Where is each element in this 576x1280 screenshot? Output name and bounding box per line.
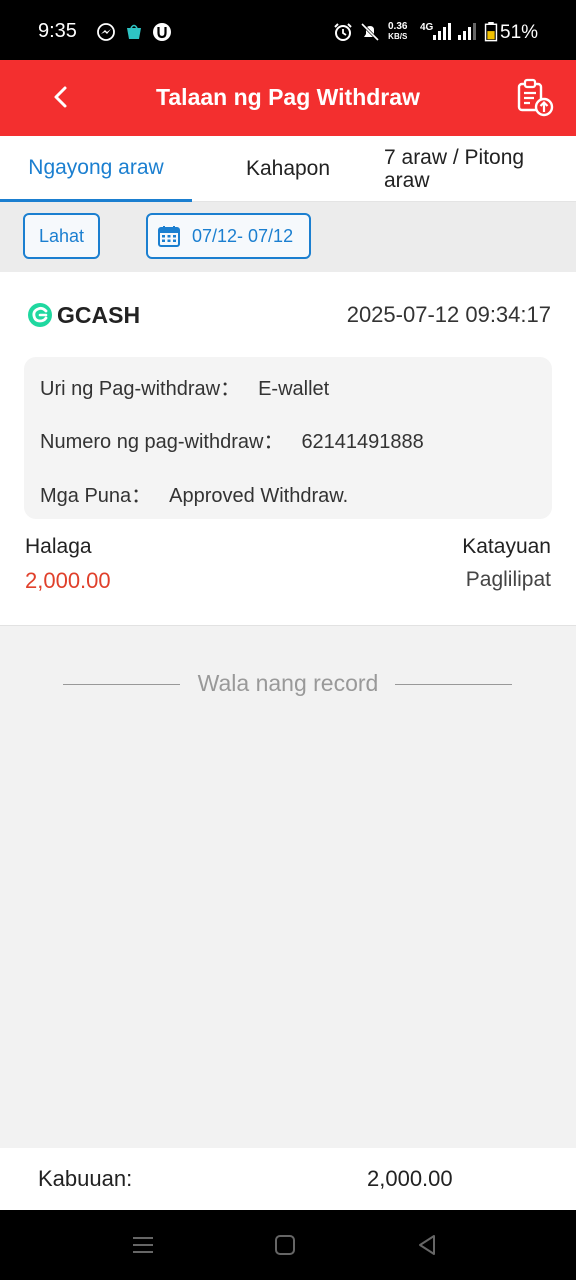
alarm-icon xyxy=(334,23,352,41)
total-label: Kabuuan: xyxy=(38,1166,133,1191)
detail-withdraw-type: Uri ng Pag-withdraw： E-wallet xyxy=(40,372,329,401)
clipboard-upload-icon[interactable] xyxy=(516,78,554,118)
status-bar: 9:35 0.36 KB/S 4G 51% xyxy=(0,0,576,60)
speed-value: 0.36 xyxy=(388,21,408,32)
filter-bar: Lahat 07/12- 07/12 xyxy=(0,202,576,272)
detail-withdraw-number: Numero ng pag-withdraw： 62141491888 xyxy=(40,425,424,454)
status-label: Katayuan xyxy=(462,535,551,558)
divider-right xyxy=(395,684,512,685)
calendar-icon xyxy=(158,226,180,247)
detail-label: Numero ng pag-withdraw： xyxy=(40,431,284,453)
detail-value: 62141491888 xyxy=(301,431,424,453)
messenger-icon xyxy=(97,23,115,41)
back-triangle-icon[interactable] xyxy=(414,1232,440,1258)
detail-label: Mga Puna： xyxy=(40,485,152,507)
battery-icon xyxy=(484,22,498,42)
tab-seven-days[interactable]: 7 araw / Pitong araw xyxy=(384,136,576,202)
date-range-text: 07/12- 07/12 xyxy=(192,225,294,246)
u-app-icon xyxy=(153,23,171,41)
detail-label: Uri ng Pag-withdraw： xyxy=(40,378,241,400)
system-nav-bar xyxy=(0,1210,576,1280)
mute-icon xyxy=(360,22,380,42)
shop-bag-icon xyxy=(127,24,141,39)
home-icon[interactable] xyxy=(272,1232,298,1258)
gcash-logo-icon xyxy=(28,303,52,327)
detail-remarks: Mga Puna： Approved Withdraw. xyxy=(40,479,348,508)
provider-name: GCASH xyxy=(57,302,141,328)
battery-percent: 51% xyxy=(500,22,539,43)
amount-value: 2,000.00 xyxy=(25,568,111,593)
status-time: 9:35 xyxy=(38,20,77,42)
page-title: Talaan ng Pag Withdraw xyxy=(156,84,420,110)
filter-all-button[interactable]: Lahat xyxy=(23,213,100,259)
tab-yesterday[interactable]: Kahapon xyxy=(192,136,384,202)
no-more-records: Wala nang record xyxy=(0,668,576,698)
speed-unit: KB/S xyxy=(388,32,408,41)
detail-value: Approved Withdraw. xyxy=(169,485,349,507)
record-datetime: 2025-07-12 09:34:17 xyxy=(346,302,551,327)
total-value: 2,000.00 xyxy=(367,1166,453,1191)
status-value: Paglilipat xyxy=(465,568,551,591)
amount-label: Halaga xyxy=(25,535,92,558)
menu-icon[interactable] xyxy=(130,1232,156,1258)
total-bar: Kabuuan: 2,000.00 xyxy=(0,1148,576,1210)
withdraw-record-card[interactable]: GCASH 2025-07-12 09:34:17 Uri ng Pag-wit… xyxy=(0,272,576,626)
detail-value: E-wallet xyxy=(258,378,330,400)
tab-today[interactable]: Ngayong araw xyxy=(0,136,192,202)
signal-icon xyxy=(433,23,451,40)
network-speed: 0.36 KB/S xyxy=(388,22,407,42)
date-range-button[interactable]: 07/12- 07/12 xyxy=(146,213,311,259)
signal-icon-2 xyxy=(458,23,476,40)
app-header: Talaan ng Pag Withdraw xyxy=(0,60,576,136)
date-tabs: Ngayong araw Kahapon 7 araw / Pitong ara… xyxy=(0,136,576,202)
record-details: Uri ng Pag-withdraw： E-wallet Numero ng p… xyxy=(24,357,552,519)
